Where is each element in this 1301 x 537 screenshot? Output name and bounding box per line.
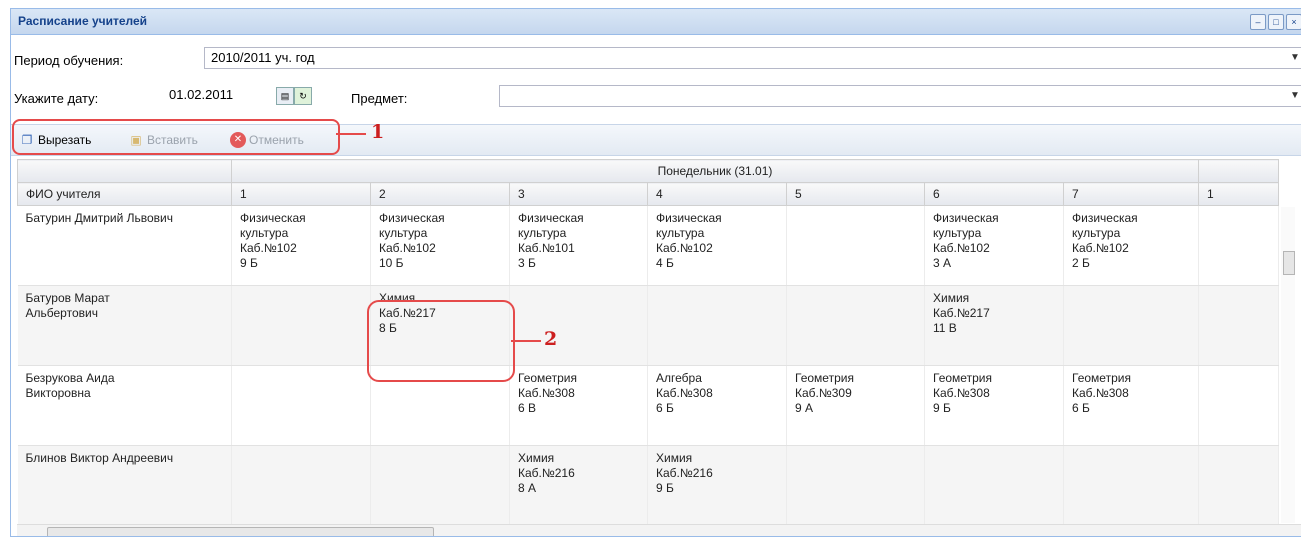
horizontal-scroll-thumb[interactable] — [47, 527, 434, 536]
lesson-cell[interactable]: Химия Каб.№217 11 В — [924, 285, 1064, 366]
teacher-row[interactable]: Блинов Виктор Андреевич Химия Каб.№216 8 … — [17, 445, 1279, 524]
subject-label: Предмет: — [351, 91, 408, 106]
lesson-cell[interactable] — [1063, 285, 1199, 366]
lesson-cell[interactable]: Алгебра Каб.№308 6 Б — [647, 365, 787, 446]
lesson-cell[interactable]: Химия Каб.№216 8 А — [509, 445, 648, 524]
lesson-cell[interactable]: Физическая культура Каб.№102 10 Б — [370, 205, 510, 286]
chevron-down-icon[interactable]: ▼ — [1290, 86, 1301, 106]
calendar-icon[interactable]: ▤ — [276, 87, 294, 105]
lesson-header[interactable]: 5 — [786, 182, 925, 206]
vertical-scrollbar[interactable] — [1281, 207, 1295, 523]
lesson-cell[interactable]: Геометрия Каб.№308 6 В — [509, 365, 648, 446]
teacher-row[interactable]: Батурин Дмитрий Львович Физическая культу… — [17, 205, 1279, 286]
teacher-row[interactable]: Безрукова Аида Викторовна Геометрия Каб.№… — [17, 365, 1279, 446]
lesson-cell[interactable] — [1198, 365, 1279, 446]
lesson-cell[interactable]: Физическая культура Каб.№102 9 Б — [231, 205, 371, 286]
period-row: Период обучения: 2010/2011 уч. год ▼ — [11, 47, 1301, 75]
vertical-scroll-thumb[interactable] — [1283, 251, 1295, 275]
lesson-cell[interactable] — [1198, 285, 1279, 366]
annotation-label-2: 2 — [544, 328, 558, 350]
schedule-window: Расписание учителей – □ × Период обучени… — [10, 8, 1301, 537]
lesson-cell[interactable]: Геометрия Каб.№309 9 А — [786, 365, 925, 446]
lesson-header[interactable]: 1 — [1198, 182, 1279, 206]
day-header: Понедельник (31.01) — [231, 159, 1199, 183]
teacher-row[interactable]: Батуров Марат Альбертович Химия Каб.№217 … — [17, 285, 1279, 366]
maximize-button[interactable]: □ — [1268, 14, 1284, 30]
lesson-cell[interactable] — [786, 445, 925, 524]
horizontal-scrollbar[interactable] — [17, 524, 1301, 536]
lesson-cell[interactable]: Физическая культура Каб.№102 4 Б — [647, 205, 787, 286]
lesson-cell[interactable] — [509, 285, 648, 366]
close-button[interactable]: × — [1286, 14, 1301, 30]
date-label: Укажите дату: — [14, 91, 99, 106]
lesson-cell[interactable] — [231, 285, 371, 366]
annotation-box-1 — [12, 119, 340, 155]
lesson-cell[interactable]: Физическая культура Каб.№102 3 А — [924, 205, 1064, 286]
period-value: 2010/2011 уч. год — [211, 50, 315, 65]
teacher-name-cell[interactable]: Блинов Виктор Андреевич — [17, 445, 232, 524]
lesson-cell[interactable] — [786, 285, 925, 366]
period-combo[interactable]: 2010/2011 уч. год ▼ — [204, 47, 1301, 69]
lesson-header[interactable]: 3 — [509, 182, 648, 206]
teacher-name-cell[interactable]: Батуров Марат Альбертович — [17, 285, 232, 366]
lesson-cell[interactable] — [647, 285, 787, 366]
teacher-column-header[interactable]: ФИО учителя — [17, 182, 232, 206]
date-field[interactable]: 01.02.2011 — [161, 85, 271, 107]
lesson-header[interactable]: 2 — [370, 182, 510, 206]
annotation-line-1 — [336, 133, 366, 135]
lesson-cell[interactable] — [1198, 445, 1279, 524]
lesson-header[interactable]: 4 — [647, 182, 787, 206]
next-day-header — [1198, 159, 1279, 183]
annotation-line-2 — [511, 340, 541, 342]
lesson-header[interactable]: 1 — [231, 182, 371, 206]
lesson-cell[interactable]: Химия Каб.№216 9 Б — [647, 445, 787, 524]
lesson-cell[interactable] — [786, 205, 925, 286]
lesson-cell[interactable] — [231, 365, 371, 446]
schedule-grid: Понедельник (31.01) ФИО учителя 1 2 3 4 … — [17, 159, 1301, 524]
date-value: 01.02.2011 — [169, 87, 234, 102]
window-title: Расписание учителей — [18, 14, 148, 28]
lesson-cell[interactable] — [924, 445, 1064, 524]
lesson-cell[interactable] — [1198, 205, 1279, 286]
lesson-cell[interactable]: Геометрия Каб.№308 6 Б — [1063, 365, 1199, 446]
title-bar: Расписание учителей – □ × — [11, 9, 1301, 35]
lesson-cell[interactable] — [231, 445, 371, 524]
lesson-header[interactable]: 6 — [924, 182, 1064, 206]
lesson-cell[interactable] — [1063, 445, 1199, 524]
lesson-cell[interactable]: Физическая культура Каб.№102 2 Б — [1063, 205, 1199, 286]
annotation-box-2 — [367, 300, 515, 382]
chevron-down-icon[interactable]: ▼ — [1290, 48, 1301, 68]
period-label: Период обучения: — [14, 53, 124, 68]
annotation-label-1: 1 — [371, 121, 385, 143]
teacher-name-cell[interactable]: Безрукова Аида Викторовна — [17, 365, 232, 446]
lesson-cell[interactable]: Геометрия Каб.№308 9 Б — [924, 365, 1064, 446]
lesson-cell[interactable] — [370, 445, 510, 524]
minimize-button[interactable]: – — [1250, 14, 1266, 30]
teacher-name-cell[interactable]: Батурин Дмитрий Львович — [17, 205, 232, 286]
lesson-cell[interactable]: Физическая культура Каб.№101 3 Б — [509, 205, 648, 286]
lesson-header[interactable]: 7 — [1063, 182, 1199, 206]
header-spacer — [17, 159, 232, 183]
refresh-icon[interactable]: ↻ — [294, 87, 312, 105]
subject-combo[interactable]: ▼ — [499, 85, 1301, 107]
date-row: Укажите дату: 01.02.2011 ▤ ↻ Предмет: ▼ — [11, 85, 1301, 113]
